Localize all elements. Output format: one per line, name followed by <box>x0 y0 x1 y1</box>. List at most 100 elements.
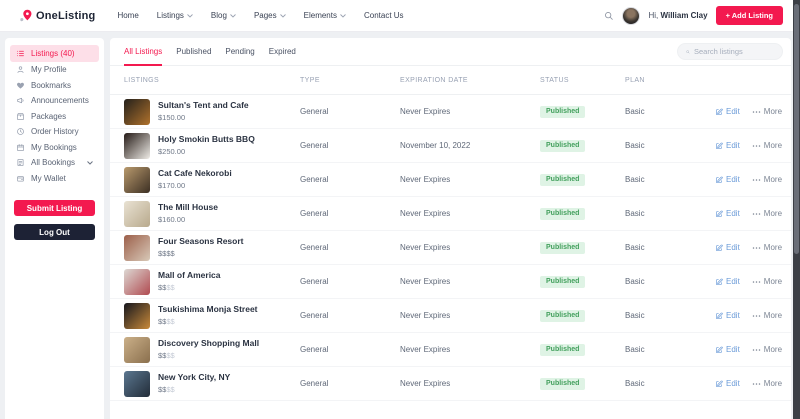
scrollbar-thumb[interactable] <box>794 4 799 254</box>
listing-plan: Basic <box>625 277 645 286</box>
listing-plan: Basic <box>625 243 645 252</box>
chevron-down-icon <box>87 160 93 165</box>
listing-name[interactable]: Cat Cafe Nekorobi <box>158 168 232 178</box>
tab-pending[interactable]: Pending <box>225 38 254 65</box>
listing-thumbnail[interactable] <box>124 336 150 363</box>
status-badge: Published <box>540 139 586 152</box>
listing-name[interactable]: Tsukishima Monja Street <box>158 304 258 314</box>
user-avatar[interactable] <box>622 6 641 25</box>
more-button[interactable]: More <box>752 243 782 252</box>
listing-thumbnail[interactable] <box>124 132 150 159</box>
table-row: Cat Cafe Nekorobi $170.00 General Never … <box>110 163 791 197</box>
page-scrollbar[interactable] <box>793 0 800 419</box>
more-button[interactable]: More <box>752 311 782 320</box>
listing-search[interactable] <box>677 43 783 60</box>
search-icon[interactable] <box>604 11 614 21</box>
more-button[interactable]: More <box>752 107 782 116</box>
listing-plan: Basic <box>625 175 645 184</box>
listing-thumbnail[interactable] <box>124 370 150 397</box>
sidebar-item-my-profile[interactable]: My Profile <box>10 62 99 78</box>
listing-type: General <box>300 107 329 116</box>
edit-icon <box>716 312 723 319</box>
edit-button[interactable]: Edit <box>715 243 740 252</box>
table-row: The Mill House $160.00 General Never Exp… <box>110 197 791 231</box>
listing-price: $$$$ <box>158 350 175 360</box>
tab-published[interactable]: Published <box>176 38 211 65</box>
wallet-icon <box>17 176 24 182</box>
tab-expired[interactable]: Expired <box>269 38 296 65</box>
nav-item-contact-us[interactable]: Contact Us <box>364 11 404 20</box>
listing-thumbnail[interactable] <box>124 268 150 295</box>
listing-name[interactable]: Holy Smokin Butts BBQ <box>158 134 255 144</box>
status-badge: Published <box>540 309 586 322</box>
submit-listing-button[interactable]: Submit Listing <box>14 200 95 216</box>
more-button[interactable]: More <box>752 175 782 184</box>
status-badge: Published <box>540 207 586 220</box>
add-listing-button[interactable]: + Add Listing <box>715 6 783 25</box>
listing-expiration: Never Expires <box>400 311 451 320</box>
listing-expiration: Never Expires <box>400 379 451 388</box>
more-button[interactable]: More <box>752 345 782 354</box>
listing-name[interactable]: New York City, NY <box>158 372 230 382</box>
sidebar-item-my-wallet[interactable]: My Wallet <box>10 171 99 187</box>
edit-button[interactable]: Edit <box>715 141 740 150</box>
listing-price: $$$$ <box>158 282 175 292</box>
listing-type: General <box>300 345 329 354</box>
listing-name[interactable]: Sultan's Tent and Cafe <box>158 100 249 110</box>
heart-icon <box>17 82 24 89</box>
edit-button[interactable]: Edit <box>715 175 740 184</box>
listing-plan: Basic <box>625 345 645 354</box>
sidebar-item-announcements[interactable]: Announcements <box>10 93 99 109</box>
edit-button[interactable]: Edit <box>715 277 740 286</box>
nav-item-blog[interactable]: Blog <box>211 11 236 20</box>
listing-thumbnail[interactable] <box>124 234 150 261</box>
listing-name[interactable]: Mall of America <box>158 270 221 280</box>
sidebar-item-my-bookings[interactable]: My Bookings <box>10 140 99 156</box>
nav-item-pages[interactable]: Pages <box>254 11 286 20</box>
nav-item-home[interactable]: Home <box>117 11 138 20</box>
edit-button[interactable]: Edit <box>715 209 740 218</box>
logo[interactable]: OneListing <box>18 8 95 24</box>
edit-button[interactable]: Edit <box>715 345 740 354</box>
search-listings-input[interactable] <box>694 47 774 56</box>
listing-thumbnail[interactable] <box>124 200 150 227</box>
sidebar-item-order-history[interactable]: Order History <box>10 124 99 140</box>
listing-price: $250.00 <box>158 146 186 156</box>
listing-expiration: Never Expires <box>400 107 451 116</box>
tab-all-listings[interactable]: All Listings <box>124 38 163 66</box>
listing-name[interactable]: Discovery Shopping Mall <box>158 338 259 348</box>
status-badge: Published <box>540 241 586 254</box>
logout-button[interactable]: Log Out <box>14 224 95 240</box>
listing-thumbnail[interactable] <box>124 98 150 125</box>
more-button[interactable]: More <box>752 277 782 286</box>
ellipsis-icon <box>752 110 761 113</box>
listing-type: General <box>300 209 329 218</box>
nav-item-elements[interactable]: Elements <box>304 11 346 20</box>
more-button[interactable]: More <box>752 379 782 388</box>
sidebar-item-listings-40[interactable]: Listings (40) <box>10 45 99 62</box>
more-button[interactable]: More <box>752 209 782 218</box>
listing-thumbnail[interactable] <box>124 302 150 329</box>
tabs: All Listings Published Pending Expired <box>124 38 296 66</box>
calendar-icon <box>17 143 24 151</box>
sidebar-item-packages[interactable]: Packages <box>10 109 99 125</box>
listing-name[interactable]: Four Seasons Resort <box>158 236 244 246</box>
edit-icon <box>716 210 723 217</box>
sidebar-menu: Listings (40) My Profile Bookmarks Annou… <box>5 45 104 186</box>
status-badge: Published <box>540 173 586 186</box>
listing-name[interactable]: The Mill House <box>158 202 218 212</box>
user-greeting[interactable]: Hi, William Clay <box>648 11 707 20</box>
table-row: Tsukishima Monja Street $$$$ General Nev… <box>110 299 791 333</box>
sidebar-item-bookmarks[interactable]: Bookmarks <box>10 78 99 94</box>
listing-thumbnail[interactable] <box>124 166 150 193</box>
edit-button[interactable]: Edit <box>715 311 740 320</box>
nav-item-listings[interactable]: Listings <box>157 11 193 20</box>
edit-icon <box>716 142 723 149</box>
column-header: STATUS <box>540 76 569 84</box>
edit-button[interactable]: Edit <box>715 379 740 388</box>
edit-button[interactable]: Edit <box>715 107 740 116</box>
table-row: New York City, NY $$$$ General Never Exp… <box>110 367 791 401</box>
sidebar-item-all-bookings[interactable]: All Bookings <box>10 155 99 171</box>
more-button[interactable]: More <box>752 141 782 150</box>
edit-icon <box>716 176 723 183</box>
